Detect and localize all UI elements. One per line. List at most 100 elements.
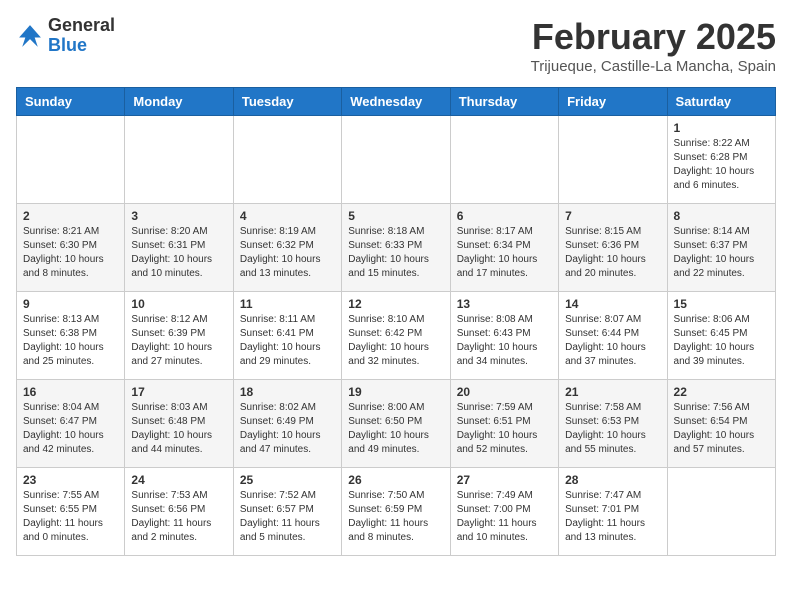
calendar-week-row: 1Sunrise: 8:22 AM Sunset: 6:28 PM Daylig… <box>17 116 776 204</box>
calendar-cell: 15 Sunrise: 8:06 AM Sunset: 6:45 PM Dayli… <box>667 292 775 380</box>
calendar-week-row: 16 Sunrise: 8:04 AM Sunset: 6:47 PM Dayli… <box>17 380 776 468</box>
day-info: Sunrise: 8:20 AM Sunset: 6:31 PM Dayligh… <box>131 225 226 281</box>
day-number: 18 <box>240 385 335 399</box>
calendar-header-monday: Monday <box>125 88 233 116</box>
header: General Blue February 2025 Trijueque, Ca… <box>16 16 776 75</box>
day-info: Sunrise: 8:13 AM Sunset: 6:38 PM Dayligh… <box>23 313 118 369</box>
logo: General Blue <box>16 16 115 56</box>
calendar-header-friday: Friday <box>559 88 667 116</box>
day-info: Sunrise: 8:22 AM Sunset: 6:28 PM Dayligh… <box>674 137 769 193</box>
day-info: Sunrise: 8:08 AM Sunset: 6:43 PM Dayligh… <box>457 313 552 369</box>
day-number: 2 <box>23 209 118 223</box>
day-info: Sunrise: 8:12 AM Sunset: 6:39 PM Dayligh… <box>131 313 226 369</box>
calendar-cell: 4 Sunrise: 8:19 AM Sunset: 6:32 PM Daylig… <box>233 204 341 292</box>
day-info: Sunrise: 7:53 AM Sunset: 6:56 PM Dayligh… <box>131 489 226 545</box>
day-number: 9 <box>23 297 118 311</box>
calendar-cell: 19Sunrise: 8:00 AM Sunset: 6:50 PM Dayli… <box>342 380 450 468</box>
calendar-cell: 7Sunrise: 8:15 AM Sunset: 6:36 PM Daylig… <box>559 204 667 292</box>
calendar-header-thursday: Thursday <box>450 88 558 116</box>
day-info: Sunrise: 7:47 AM Sunset: 7:01 PM Dayligh… <box>565 489 660 545</box>
day-info: Sunrise: 8:02 AM Sunset: 6:49 PM Dayligh… <box>240 401 335 457</box>
calendar-header-sunday: Sunday <box>17 88 125 116</box>
day-info: Sunrise: 8:07 AM Sunset: 6:44 PM Dayligh… <box>565 313 660 369</box>
day-number: 8 <box>674 209 769 223</box>
day-info: Sunrise: 7:55 AM Sunset: 6:55 PM Dayligh… <box>23 489 118 545</box>
day-number: 17 <box>131 385 226 399</box>
day-info: Sunrise: 8:06 AM Sunset: 6:45 PM Dayligh… <box>674 313 769 369</box>
calendar-cell: 16 Sunrise: 8:04 AM Sunset: 6:47 PM Dayli… <box>17 380 125 468</box>
day-number: 19 <box>348 385 443 399</box>
calendar-week-row: 23 Sunrise: 7:55 AM Sunset: 6:55 PM Dayli… <box>17 468 776 556</box>
calendar-week-row: 2 Sunrise: 8:21 AM Sunset: 6:30 PM Daylig… <box>17 204 776 292</box>
day-info: Sunrise: 7:49 AM Sunset: 7:00 PM Dayligh… <box>457 489 552 545</box>
calendar-cell: 2 Sunrise: 8:21 AM Sunset: 6:30 PM Daylig… <box>17 204 125 292</box>
day-number: 25 <box>240 473 335 487</box>
day-number: 26 <box>348 473 443 487</box>
calendar-header-saturday: Saturday <box>667 88 775 116</box>
day-info: Sunrise: 7:52 AM Sunset: 6:57 PM Dayligh… <box>240 489 335 545</box>
day-number: 21 <box>565 385 660 399</box>
logo-blue-text: Blue <box>48 35 87 55</box>
location-title: Trijueque, Castille-La Mancha, Spain <box>531 58 776 75</box>
calendar-cell: 11 Sunrise: 8:11 AM Sunset: 6:41 PM Dayli… <box>233 292 341 380</box>
calendar-cell <box>667 468 775 556</box>
calendar-cell: 8 Sunrise: 8:14 AM Sunset: 6:37 PM Daylig… <box>667 204 775 292</box>
day-number: 23 <box>23 473 118 487</box>
day-number: 12 <box>348 297 443 311</box>
day-info: Sunrise: 8:21 AM Sunset: 6:30 PM Dayligh… <box>23 225 118 281</box>
day-info: Sunrise: 8:18 AM Sunset: 6:33 PM Dayligh… <box>348 225 443 281</box>
calendar-cell: 26Sunrise: 7:50 AM Sunset: 6:59 PM Dayli… <box>342 468 450 556</box>
day-number: 15 <box>674 297 769 311</box>
logo-text: General Blue <box>48 16 115 56</box>
day-info: Sunrise: 8:14 AM Sunset: 6:37 PM Dayligh… <box>674 225 769 281</box>
day-info: Sunrise: 8:19 AM Sunset: 6:32 PM Dayligh… <box>240 225 335 281</box>
day-number: 11 <box>240 297 335 311</box>
calendar-cell: 28 Sunrise: 7:47 AM Sunset: 7:01 PM Dayli… <box>559 468 667 556</box>
calendar-cell: 23 Sunrise: 7:55 AM Sunset: 6:55 PM Dayli… <box>17 468 125 556</box>
calendar-cell: 27Sunrise: 7:49 AM Sunset: 7:00 PM Dayli… <box>450 468 558 556</box>
calendar-cell: 12 Sunrise: 8:10 AM Sunset: 6:42 PM Dayli… <box>342 292 450 380</box>
day-info: Sunrise: 7:58 AM Sunset: 6:53 PM Dayligh… <box>565 401 660 457</box>
title-area: February 2025 Trijueque, Castille-La Man… <box>531 16 776 75</box>
calendar-cell: 6 Sunrise: 8:17 AM Sunset: 6:34 PM Daylig… <box>450 204 558 292</box>
calendar-cell <box>125 116 233 204</box>
calendar-cell: 25 Sunrise: 7:52 AM Sunset: 6:57 PM Dayli… <box>233 468 341 556</box>
calendar-table: SundayMondayTuesdayWednesdayThursdayFrid… <box>16 87 776 556</box>
day-number: 16 <box>23 385 118 399</box>
logo-icon <box>16 22 44 50</box>
calendar-cell: 3 Sunrise: 8:20 AM Sunset: 6:31 PM Daylig… <box>125 204 233 292</box>
day-number: 3 <box>131 209 226 223</box>
calendar-cell <box>342 116 450 204</box>
day-info: Sunrise: 8:17 AM Sunset: 6:34 PM Dayligh… <box>457 225 552 281</box>
calendar-cell <box>17 116 125 204</box>
calendar-cell: 5 Sunrise: 8:18 AM Sunset: 6:33 PM Daylig… <box>342 204 450 292</box>
day-info: Sunrise: 8:10 AM Sunset: 6:42 PM Dayligh… <box>348 313 443 369</box>
day-number: 28 <box>565 473 660 487</box>
calendar-cell: 21 Sunrise: 7:58 AM Sunset: 6:53 PM Dayli… <box>559 380 667 468</box>
day-number: 6 <box>457 209 552 223</box>
calendar-header-row: SundayMondayTuesdayWednesdayThursdayFrid… <box>17 88 776 116</box>
calendar-header-wednesday: Wednesday <box>342 88 450 116</box>
calendar-cell: 20 Sunrise: 7:59 AM Sunset: 6:51 PM Dayli… <box>450 380 558 468</box>
day-number: 24 <box>131 473 226 487</box>
day-number: 5 <box>348 209 443 223</box>
calendar-cell: 13 Sunrise: 8:08 AM Sunset: 6:43 PM Dayli… <box>450 292 558 380</box>
calendar-cell: 9 Sunrise: 8:13 AM Sunset: 6:38 PM Daylig… <box>17 292 125 380</box>
calendar-cell: 10Sunrise: 8:12 AM Sunset: 6:39 PM Dayli… <box>125 292 233 380</box>
calendar-cell: 18 Sunrise: 8:02 AM Sunset: 6:49 PM Dayli… <box>233 380 341 468</box>
day-info: Sunrise: 8:11 AM Sunset: 6:41 PM Dayligh… <box>240 313 335 369</box>
day-info: Sunrise: 7:59 AM Sunset: 6:51 PM Dayligh… <box>457 401 552 457</box>
day-info: Sunrise: 8:04 AM Sunset: 6:47 PM Dayligh… <box>23 401 118 457</box>
day-number: 7 <box>565 209 660 223</box>
calendar-cell <box>233 116 341 204</box>
day-info: Sunrise: 7:56 AM Sunset: 6:54 PM Dayligh… <box>674 401 769 457</box>
day-number: 20 <box>457 385 552 399</box>
day-number: 4 <box>240 209 335 223</box>
day-number: 22 <box>674 385 769 399</box>
logo-general-text: General <box>48 15 115 35</box>
calendar-cell: 17Sunrise: 8:03 AM Sunset: 6:48 PM Dayli… <box>125 380 233 468</box>
calendar-cell: 1Sunrise: 8:22 AM Sunset: 6:28 PM Daylig… <box>667 116 775 204</box>
calendar-cell <box>450 116 558 204</box>
calendar-cell <box>559 116 667 204</box>
day-number: 13 <box>457 297 552 311</box>
